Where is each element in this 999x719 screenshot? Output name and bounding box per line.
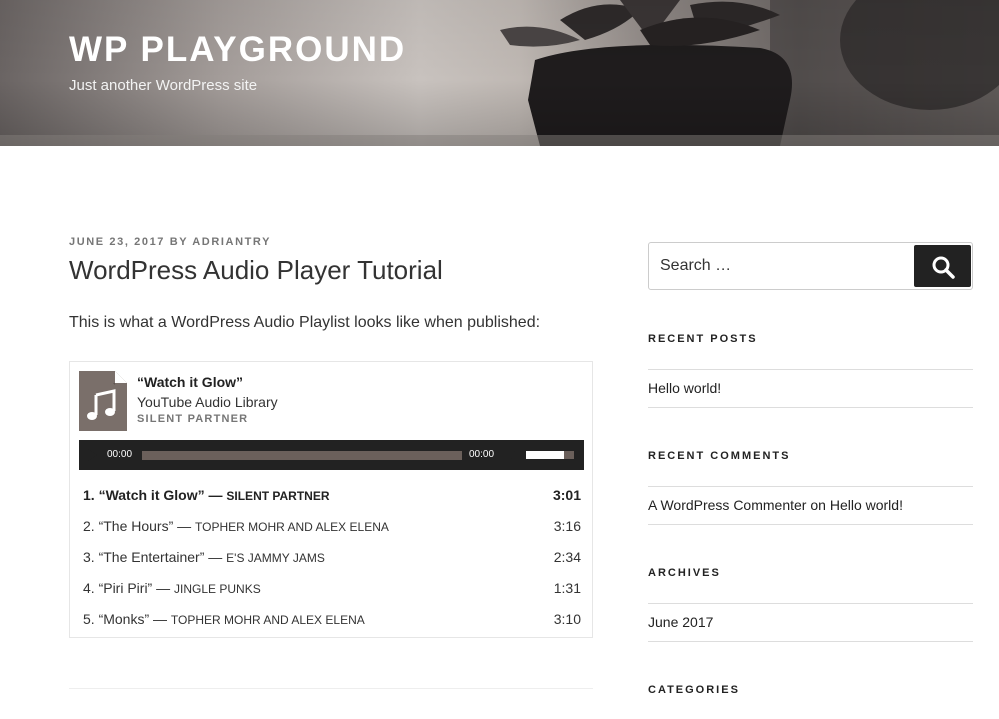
archive-link[interactable]: June 2017 <box>648 614 713 630</box>
playlist-track[interactable]: 3. “The Entertainer” — E'S JAMMY JAMS 2:3… <box>83 542 581 573</box>
track-separator: — <box>156 580 171 596</box>
track-length: 1:31 <box>553 580 581 596</box>
post-by: BY <box>169 236 188 248</box>
playlist-track[interactable]: 5. “Monks” — TOPHER MOHR AND ALEX ELENA 3… <box>83 604 581 635</box>
track-length: 3:01 <box>552 487 581 503</box>
archives-title: ARCHIVES <box>648 567 721 579</box>
audio-player: 00:00 00:00 <box>79 440 584 470</box>
site-header: WP PLAYGROUND Just another WordPress sit… <box>0 0 999 146</box>
track-length: 2:34 <box>553 549 581 565</box>
track-separator: — <box>177 518 192 534</box>
track-artist: TOPHER MOHR AND ALEX ELENA <box>195 520 389 534</box>
recent-posts-title: RECENT POSTS <box>648 333 758 345</box>
list-item: June 2017 <box>648 604 973 642</box>
post-intro: This is what a WordPress Audio Playlist … <box>69 314 541 331</box>
recent-posts-list: Hello world! <box>648 369 973 408</box>
search-input[interactable] <box>650 244 912 288</box>
track-title: 3. “The Entertainer” <box>83 549 205 565</box>
post-meta: JUNE 23, 2017 BY ADRIANTRY <box>69 236 271 248</box>
header-overlay <box>0 0 999 146</box>
recent-comments-title: RECENT COMMENTS <box>648 450 791 462</box>
categories-title: CATEGORIES <box>648 684 740 696</box>
total-time: 00:00 <box>469 449 495 460</box>
track-artist: TOPHER MOHR AND ALEX ELENA <box>170 613 365 627</box>
track-text: 1. “Watch it Glow” — SILENT PARTNER <box>83 487 330 503</box>
playlist-track[interactable]: 2. “The Hours” — TOPHER MOHR AND ALEX EL… <box>83 511 581 542</box>
track-text: 4. “Piri Piri” — JINGLE PUNKS <box>83 580 261 596</box>
track-title: 4. “Piri Piri” <box>83 580 153 596</box>
track-length: 3:16 <box>553 518 581 534</box>
current-track-title: “Watch it Glow” <box>137 374 244 390</box>
post-date[interactable]: JUNE 23, 2017 <box>69 236 165 248</box>
current-time: 00:00 <box>107 449 133 460</box>
progress-rail[interactable] <box>142 451 462 460</box>
track-text: 5. “Monks” — TOPHER MOHR AND ALEX ELENA <box>83 611 365 627</box>
track-artist: SILENT PARTNER <box>226 489 330 503</box>
current-track-album: YouTube Audio Library <box>137 394 278 410</box>
search-button[interactable] <box>914 245 971 287</box>
audio-playlist: “Watch it Glow” YouTube Audio Library SI… <box>69 361 593 638</box>
volume-button[interactable] <box>507 449 521 461</box>
list-item: A WordPress Commenter on Hello world! <box>648 487 973 525</box>
track-separator: — <box>208 549 223 565</box>
track-separator: — <box>208 487 223 503</box>
music-note-icon <box>79 371 127 431</box>
track-text: 3. “The Entertainer” — E'S JAMMY JAMS <box>83 549 325 565</box>
track-length: 3:10 <box>553 611 581 627</box>
comment-post-link[interactable]: Hello world! <box>830 497 903 513</box>
site-tagline: Just another WordPress site <box>69 77 258 94</box>
list-item: Hello world! <box>648 370 973 408</box>
playlist-track[interactable]: 4. “Piri Piri” — JINGLE PUNKS 1:31 <box>83 573 581 604</box>
play-icon <box>88 449 97 461</box>
track-artist: JINGLE PUNKS <box>174 582 261 596</box>
comment-on: on <box>810 497 826 513</box>
volume-slider[interactable] <box>526 451 574 459</box>
post-divider <box>69 688 593 689</box>
site-title[interactable]: WP PLAYGROUND <box>69 30 406 70</box>
post-title: WordPress Audio Player Tutorial <box>69 255 443 285</box>
archives-list: June 2017 <box>648 603 973 642</box>
track-list: 1. “Watch it Glow” — SILENT PARTNER 3:01 2… <box>83 480 581 635</box>
current-track-artist: SILENT PARTNER <box>137 413 249 425</box>
track-separator: — <box>153 611 168 627</box>
search-form <box>648 242 973 290</box>
track-title: 1. “Watch it Glow” <box>83 487 205 503</box>
track-title: 5. “Monks” <box>83 611 150 627</box>
post-author[interactable]: ADRIANTRY <box>192 236 271 248</box>
recent-comments-list: A WordPress Commenter on Hello world! <box>648 486 973 525</box>
track-text: 2. “The Hours” — TOPHER MOHR AND ALEX EL… <box>83 518 389 534</box>
search-icon <box>932 256 955 279</box>
speaker-icon <box>508 451 515 461</box>
playlist-track[interactable]: 1. “Watch it Glow” — SILENT PARTNER 3:01 <box>83 480 581 511</box>
recent-post-link[interactable]: Hello world! <box>648 380 721 396</box>
volume-level <box>526 451 565 459</box>
comment-author: A WordPress Commenter <box>648 497 807 513</box>
track-title: 2. “The Hours” <box>83 518 174 534</box>
play-button[interactable] <box>85 448 99 462</box>
track-artist: E'S JAMMY JAMS <box>226 551 325 565</box>
